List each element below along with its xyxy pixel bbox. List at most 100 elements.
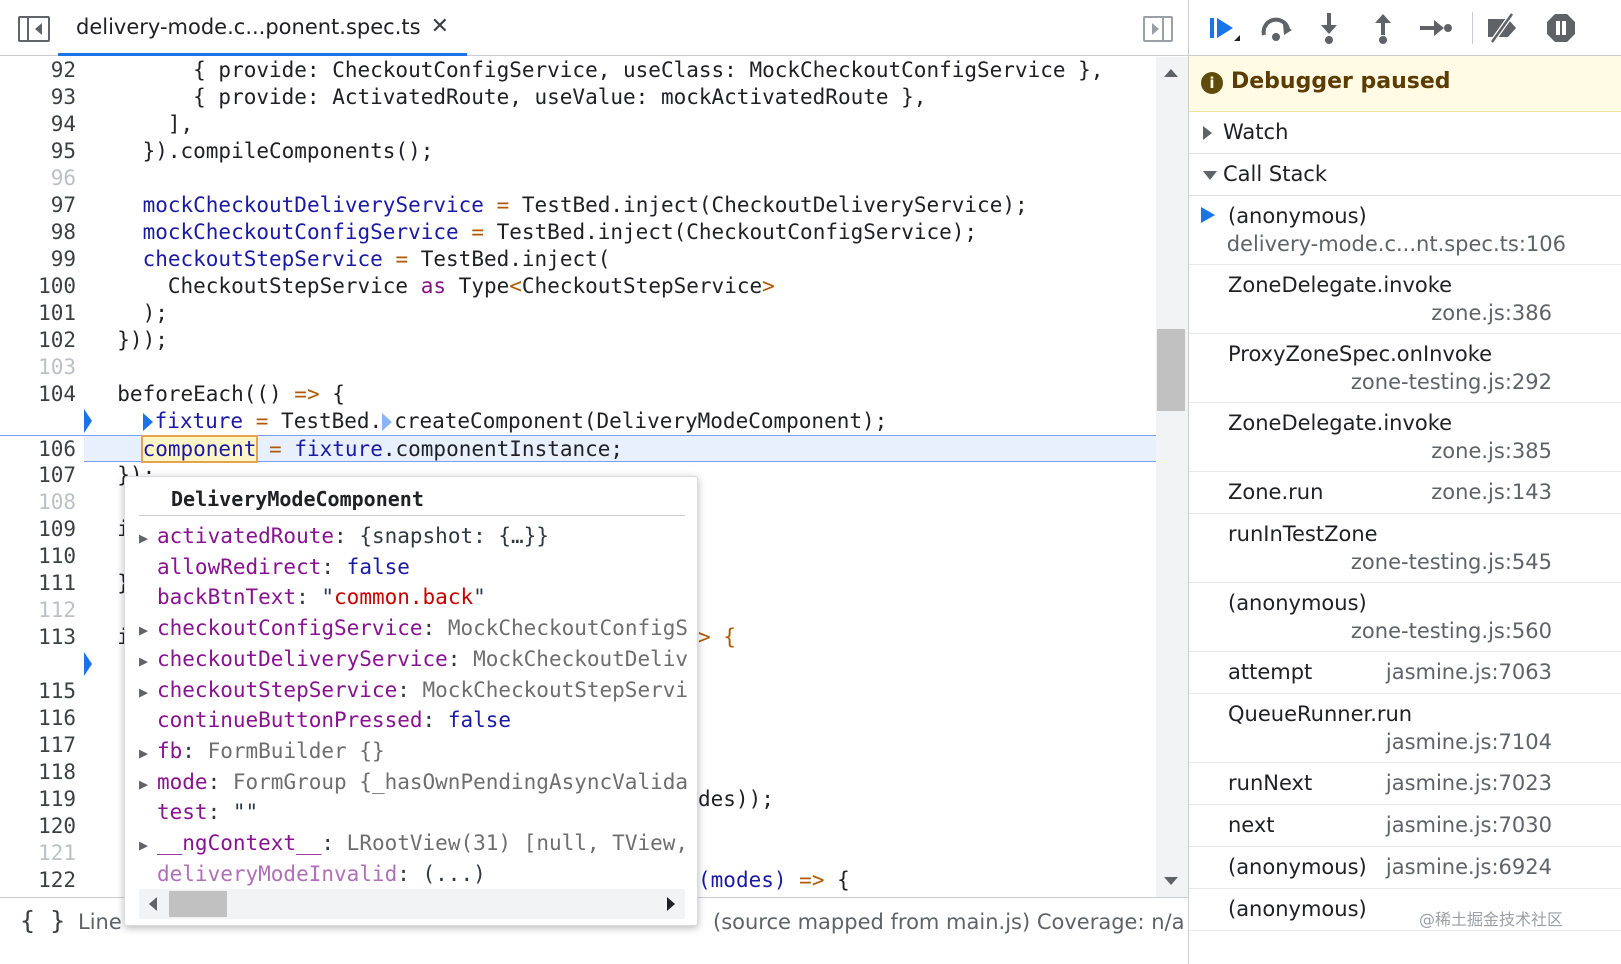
- line-number[interactable]: 103: [0, 354, 84, 381]
- code-line[interactable]: 100 CheckoutStepService as Type<Checkout…: [0, 273, 1156, 300]
- line-number[interactable]: 109: [0, 516, 84, 543]
- scroll-left-icon[interactable]: [149, 897, 157, 911]
- code-line[interactable]: 96: [0, 165, 1156, 192]
- inline-breakpoint-icon[interactable]: [142, 413, 153, 431]
- watch-section-header[interactable]: Watch: [1189, 112, 1621, 154]
- code-line[interactable]: 102 }));: [0, 327, 1156, 354]
- close-icon[interactable]: ✕: [431, 14, 449, 39]
- property-value[interactable]: (...): [423, 862, 486, 886]
- call-frame[interactable]: ZoneDelegate.invoke zone.js:386: [1189, 265, 1621, 334]
- breakpoint-line-number[interactable]: 105: [0, 408, 92, 435]
- expand-arrow-icon[interactable]: ▶: [139, 677, 157, 705]
- call-frame-location[interactable]: zone-testing.js:292: [1351, 370, 1552, 394]
- call-frame[interactable]: ZoneDelegate.invoke zone.js:385: [1189, 403, 1621, 472]
- expand-arrow-icon[interactable]: ▶: [139, 615, 157, 643]
- line-number[interactable]: 118: [0, 759, 84, 786]
- pause-on-exceptions-icon[interactable]: [1541, 10, 1581, 46]
- line-number[interactable]: 113: [0, 624, 84, 651]
- call-frame[interactable]: next jasmine.js:7030: [1189, 805, 1621, 847]
- line-number[interactable]: 116: [0, 705, 84, 732]
- code-line[interactable]: 93 { provide: ActivatedRoute, useValue: …: [0, 84, 1156, 111]
- inline-breakpoint-icon[interactable]: [382, 413, 393, 431]
- call-frame-location[interactable]: zone.js:385: [1431, 439, 1552, 463]
- call-frame-location[interactable]: jasmine.js:7030: [1386, 813, 1552, 837]
- line-number[interactable]: 108: [0, 489, 84, 516]
- line-number[interactable]: 93: [0, 84, 84, 111]
- call-frame-location[interactable]: zone.js:143: [1431, 480, 1552, 504]
- line-number[interactable]: 112: [0, 597, 84, 624]
- source-map-info[interactable]: (source mapped from main.js) Coverage: n…: [713, 910, 1184, 934]
- breakpoint-line-number[interactable]: 114: [0, 651, 92, 678]
- resume-icon[interactable]: [1203, 10, 1243, 46]
- line-number[interactable]: 120: [0, 813, 84, 840]
- object-property[interactable]: ▶ __ngContext__: LRootView(31) [null, TVi…: [139, 828, 687, 858]
- call-frame-location[interactable]: jasmine.js:7023: [1386, 771, 1552, 795]
- call-frame[interactable]: ProxyZoneSpec.onInvoke zone-testing.js:29…: [1189, 334, 1621, 403]
- code-line[interactable]: 92 { provide: CheckoutConfigService, use…: [0, 57, 1156, 84]
- object-property[interactable]: ▶ checkoutStepService: MockCheckoutStepSe…: [139, 675, 687, 705]
- call-frame-location[interactable]: jasmine.js:7104: [1386, 730, 1552, 754]
- object-preview-popover[interactable]: DeliveryModeComponent ▶ activatedRoute: {…: [124, 476, 698, 926]
- step-into-icon[interactable]: [1311, 10, 1347, 46]
- call-frame-location[interactable]: jasmine.js:7063: [1386, 660, 1552, 684]
- expand-arrow-icon[interactable]: ▶: [139, 830, 157, 858]
- call-frame[interactable]: runInTestZone zone-testing.js:545: [1189, 514, 1621, 583]
- line-number[interactable]: 110: [0, 543, 84, 570]
- line-number[interactable]: 115: [0, 678, 84, 705]
- object-property[interactable]: ▶ fb: FormBuilder {}: [139, 736, 687, 766]
- code-line[interactable]: 104 beforeEach(() => {: [0, 381, 1156, 408]
- code-line[interactable]: 98 mockCheckoutConfigService = TestBed.i…: [0, 219, 1156, 246]
- call-frame[interactable]: runNext jasmine.js:7023: [1189, 763, 1621, 805]
- code-line[interactable]: 101 );: [0, 300, 1156, 327]
- call-frame-location[interactable]: zone-testing.js:545: [1351, 550, 1552, 574]
- expand-arrow-icon[interactable]: ▶: [139, 523, 157, 551]
- expand-arrow-icon[interactable]: ▶: [139, 769, 157, 797]
- current-execution-line[interactable]: 106 component = fixture.componentInstanc…: [0, 435, 1156, 463]
- line-number[interactable]: 117: [0, 732, 84, 759]
- line-number[interactable]: 122: [0, 867, 84, 894]
- code-line[interactable]: 97 mockCheckoutDeliveryService = TestBed…: [0, 192, 1156, 219]
- line-number[interactable]: 92: [0, 57, 84, 84]
- expand-arrow-icon[interactable]: ▶: [139, 738, 157, 766]
- call-frame[interactable]: (anonymous) delivery-mode.c...nt.spec.ts:…: [1189, 196, 1621, 265]
- line-number[interactable]: 96: [0, 165, 84, 192]
- step-out-icon[interactable]: [1365, 10, 1401, 46]
- code-line[interactable]: 95 }).compileComponents();: [0, 138, 1156, 165]
- call-frame[interactable]: Zone.run zone.js:143: [1189, 472, 1621, 514]
- call-frame-location[interactable]: zone.js:386: [1431, 301, 1552, 325]
- editor-vertical-scrollbar[interactable]: [1156, 57, 1188, 897]
- scrollbar-thumb[interactable]: [169, 891, 227, 917]
- show-navigator-icon[interactable]: [18, 16, 50, 42]
- call-stack-section-header[interactable]: Call Stack: [1189, 154, 1621, 196]
- line-number[interactable]: 111: [0, 570, 84, 597]
- scroll-down-icon[interactable]: [1164, 877, 1178, 885]
- code-line[interactable]: 103: [0, 354, 1156, 381]
- line-number[interactable]: 107: [0, 462, 84, 489]
- step-over-icon[interactable]: [1257, 10, 1297, 46]
- line-number[interactable]: 101: [0, 300, 84, 327]
- object-property[interactable]: ▶ checkoutDeliveryService: MockCheckoutDe…: [139, 644, 687, 674]
- object-property[interactable]: ▶ mode: FormGroup {_hasOwnPendingAsyncVal…: [139, 767, 687, 797]
- code-line[interactable]: 99 checkoutStepService = TestBed.inject(: [0, 246, 1156, 273]
- call-frame[interactable]: QueueRunner.run jasmine.js:7104: [1189, 694, 1621, 763]
- line-number[interactable]: 95: [0, 138, 84, 165]
- line-number[interactable]: 119: [0, 786, 84, 813]
- line-number[interactable]: 99: [0, 246, 84, 273]
- call-frame-location[interactable]: zone-testing.js:560: [1351, 619, 1552, 643]
- code-line[interactable]: 105 fixture = TestBed. createComponent(De…: [0, 408, 1156, 435]
- call-frame[interactable]: (anonymous) jasmine.js:6924: [1189, 847, 1621, 889]
- scrollbar-thumb[interactable]: [1157, 329, 1185, 411]
- object-property[interactable]: ▶ checkoutConfigService: MockCheckoutConf…: [139, 613, 687, 643]
- call-frame-location[interactable]: delivery-mode.c...nt.spec.ts:106: [1227, 232, 1566, 256]
- scroll-right-icon[interactable]: [667, 897, 675, 911]
- file-tab[interactable]: delivery-mode.c...ponent.spec.ts ✕: [58, 0, 467, 56]
- object-property[interactable]: ▶ activatedRoute: {snapshot: {…}}: [139, 521, 687, 551]
- deactivate-breakpoints-icon[interactable]: [1481, 10, 1525, 46]
- line-number[interactable]: 94: [0, 111, 84, 138]
- line-number[interactable]: 104: [0, 381, 84, 408]
- call-frame[interactable]: (anonymous) zone-testing.js:560: [1189, 583, 1621, 652]
- code-line[interactable]: 94 ],: [0, 111, 1156, 138]
- line-number[interactable]: 102: [0, 327, 84, 354]
- call-frame[interactable]: attempt jasmine.js:7063: [1189, 652, 1621, 694]
- expand-arrow-icon[interactable]: ▶: [139, 646, 157, 674]
